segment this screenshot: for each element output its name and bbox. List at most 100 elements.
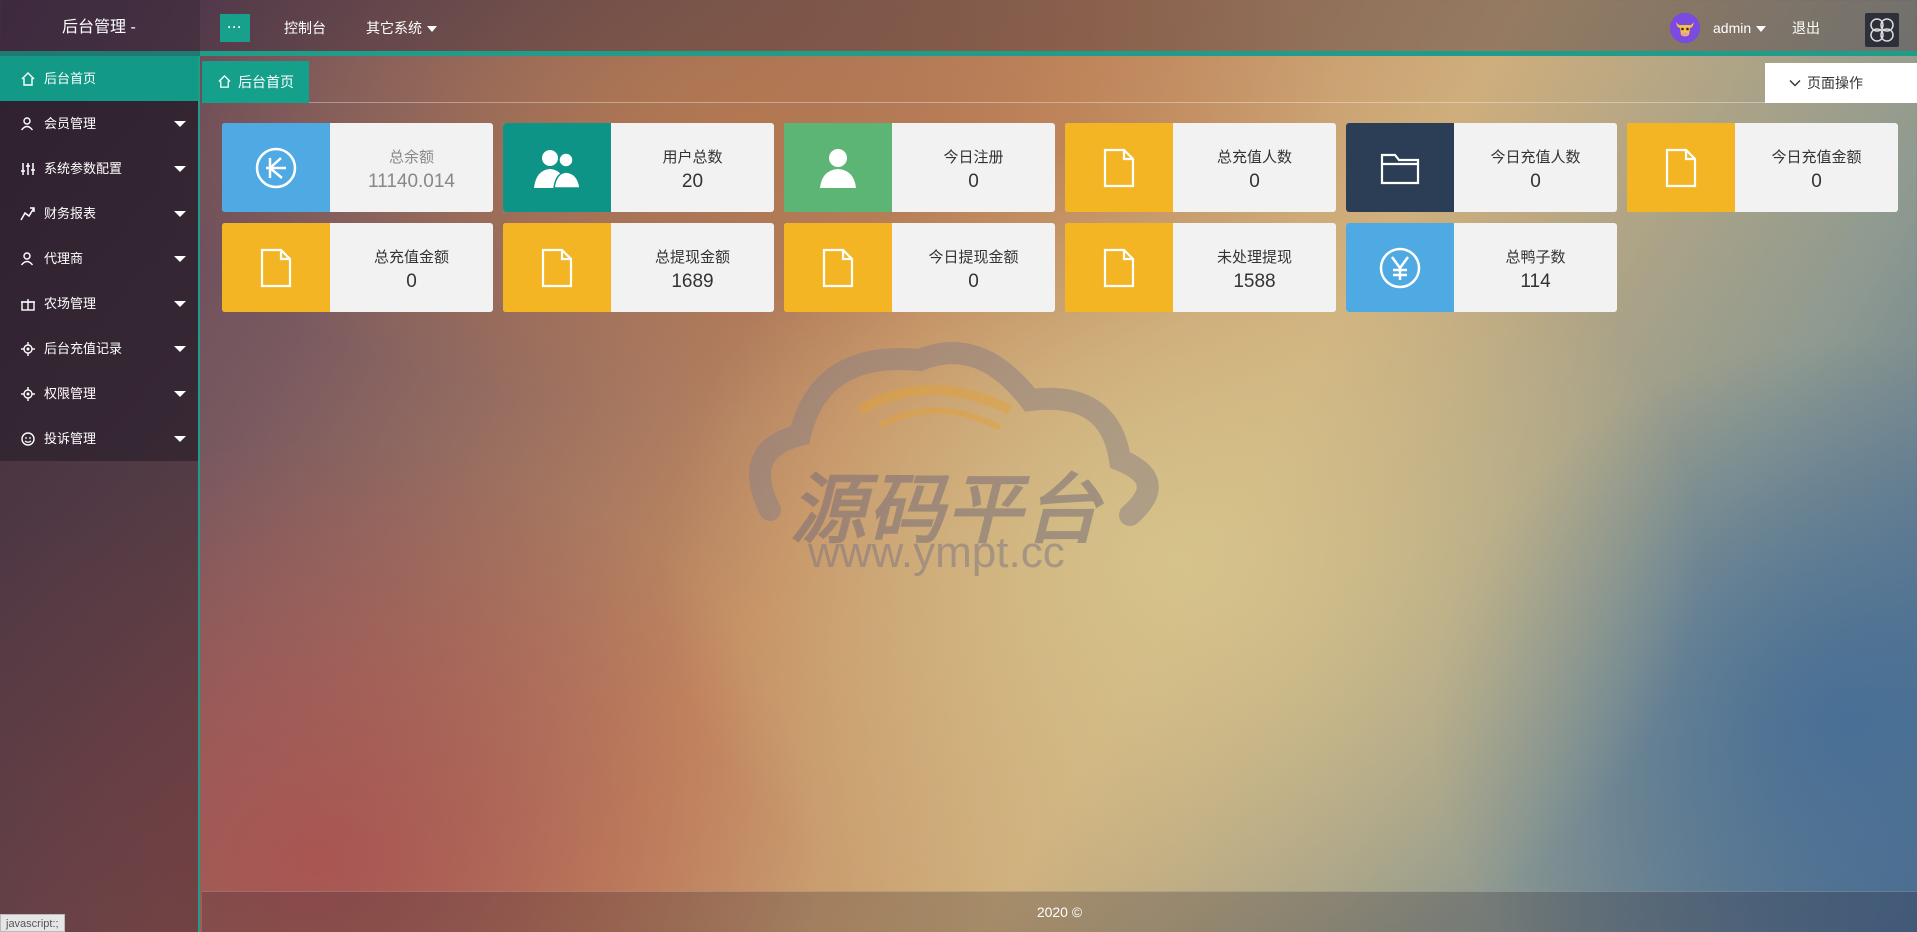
stat-label: 总充值金额 <box>373 249 449 266</box>
sidebar-item-label: 财务报表 <box>44 206 97 221</box>
stat-value: 1689 <box>671 271 714 292</box>
flower-icon <box>1870 18 1894 42</box>
sidebar-item-label: 代理商 <box>44 251 84 266</box>
file-icon <box>1103 248 1135 287</box>
tab-bar: 后台首页 页面操作 <box>202 61 1917 103</box>
card-icon-box <box>1627 123 1735 212</box>
brand-title: 后台管理 - <box>0 0 200 56</box>
sidebar-item-finance-report[interactable]: 财务报表 <box>0 191 198 236</box>
bull-avatar-icon <box>1670 13 1700 43</box>
card-icon-box <box>222 123 330 212</box>
caret-down-icon <box>174 301 186 307</box>
sidebar: 后台首页 会员管理 系统参数配置 财务报表 代理商 农场管理 后台充值记录 权限… <box>0 56 200 932</box>
nav-other-systems-dropdown[interactable]: 其它系统 <box>366 0 437 56</box>
stat-card-total-users[interactable]: 用户总数 20 <box>503 123 774 212</box>
sidebar-item-label: 后台首页 <box>44 71 97 86</box>
smile-icon <box>21 432 35 446</box>
card-icon-box <box>784 223 892 312</box>
gear-icon <box>21 342 35 356</box>
gift-icon <box>21 299 35 311</box>
sliders-icon <box>21 163 35 175</box>
user-dropdown[interactable]: admin <box>1713 0 1767 56</box>
stat-label: 总充值人数 <box>1216 149 1292 166</box>
sidebar-item-home[interactable]: 后台首页 <box>0 56 198 101</box>
caret-down-icon <box>174 121 186 127</box>
users-icon <box>534 149 581 189</box>
sidebar-item-label: 会员管理 <box>44 116 97 131</box>
home-icon <box>21 72 35 86</box>
caret-down-icon <box>174 211 186 217</box>
caret-down-icon <box>174 436 186 442</box>
card-icon-box <box>1065 223 1173 312</box>
stat-card-total-ducks[interactable]: 总鸭子数 114 <box>1346 223 1617 312</box>
caret-down-icon <box>174 166 186 172</box>
sidebar-item-label: 权限管理 <box>44 386 97 401</box>
sidebar-item-label: 投诉管理 <box>44 431 97 446</box>
theme-switch-button[interactable] <box>1865 13 1899 47</box>
sidebar-item-farm[interactable]: 农场管理 <box>0 281 198 326</box>
sidebar-item-label: 系统参数配置 <box>44 161 123 176</box>
stat-label: 用户总数 <box>662 149 723 166</box>
card-icon-box <box>1065 123 1173 212</box>
nav-other-systems-label: 其它系统 <box>366 20 422 36</box>
stat-card-today-registrations[interactable]: 今日注册 0 <box>784 123 1055 212</box>
card-icon-box <box>222 223 330 312</box>
stat-card-total-balance[interactable]: 总余额 11140.014 <box>222 123 493 212</box>
stat-card-today-rechargers[interactable]: 今日充值人数 0 <box>1346 123 1617 212</box>
file-icon <box>1665 148 1697 187</box>
card-icon-box <box>1346 123 1454 212</box>
stat-value: 0 <box>1530 171 1541 192</box>
stat-value: 1588 <box>1233 271 1276 292</box>
avatar[interactable] <box>1670 13 1700 43</box>
sidebar-item-members[interactable]: 会员管理 <box>0 101 198 146</box>
watermark-url: www.ympt.cc <box>808 528 1065 577</box>
chevron-down-icon <box>1756 26 1767 33</box>
stat-label: 总余额 <box>388 149 434 166</box>
user-icon <box>20 117 34 131</box>
top-navbar: 后台管理 - ··· 控制台 其它系统 admin 退出 <box>0 0 1917 56</box>
sidebar-item-complaints[interactable]: 投诉管理 <box>0 416 198 461</box>
sidebar-item-system-config[interactable]: 系统参数配置 <box>0 146 198 191</box>
user-icon <box>820 148 856 188</box>
stat-value: 11140.014 <box>368 171 455 192</box>
stat-value: 0 <box>406 271 417 292</box>
stat-value: 0 <box>968 271 979 292</box>
browser-status-bar: javascript:; <box>0 914 65 932</box>
gear-icon <box>21 387 35 401</box>
stat-card-pending-withdrawals[interactable]: 未处理提现 1588 <box>1065 223 1336 312</box>
sidebar-item-permissions[interactable]: 权限管理 <box>0 371 198 416</box>
sidebar-item-recharge-records[interactable]: 后台充值记录 <box>0 326 198 371</box>
user-icon <box>20 252 34 266</box>
nav-console-link[interactable]: 控制台 <box>284 0 326 56</box>
stat-value: 0 <box>1249 171 1260 192</box>
file-icon <box>1103 148 1135 187</box>
stat-card-total-recharge-amount[interactable]: 总充值金额 0 <box>222 223 493 312</box>
card-icon-box <box>503 123 611 212</box>
page-operations-dropdown[interactable]: 页面操作 <box>1765 63 1917 103</box>
menu-toggle-button[interactable]: ··· <box>220 14 250 42</box>
chevron-down-icon <box>427 26 437 33</box>
stat-value: 0 <box>1811 171 1822 192</box>
stat-label: 今日充值金额 <box>1771 149 1862 166</box>
stat-card-total-withdrawal[interactable]: 总提现金额 1689 <box>503 223 774 312</box>
currency-circle-icon <box>255 147 297 188</box>
stat-card-today-recharge-amount[interactable]: 今日充值金额 0 <box>1627 123 1898 212</box>
card-icon-box <box>784 123 892 212</box>
stat-card-total-rechargers[interactable]: 总充值人数 0 <box>1065 123 1336 212</box>
tab-home[interactable]: 后台首页 <box>202 61 309 103</box>
stat-card-today-withdrawal[interactable]: 今日提现金额 0 <box>784 223 1055 312</box>
stat-label: 总提现金额 <box>654 249 730 266</box>
logout-link[interactable]: 退出 <box>1792 0 1820 56</box>
folder-icon <box>1380 153 1420 184</box>
sidebar-item-agents[interactable]: 代理商 <box>0 236 198 281</box>
tab-label: 后台首页 <box>238 74 294 90</box>
card-icon-box <box>503 223 611 312</box>
caret-down-icon <box>174 256 186 262</box>
stat-value: 20 <box>681 171 704 192</box>
stat-value: 0 <box>968 171 979 192</box>
caret-down-icon <box>174 391 186 397</box>
page-operations-label: 页面操作 <box>1807 75 1863 91</box>
card-icon-box <box>1346 223 1454 312</box>
stat-label: 今日提现金额 <box>928 249 1019 266</box>
stat-label: 今日充值人数 <box>1490 149 1581 166</box>
